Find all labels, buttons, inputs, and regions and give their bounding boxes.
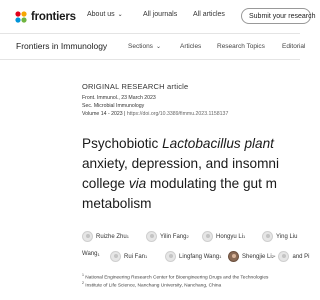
avatar (165, 251, 176, 262)
author-link[interactable]: Hongyu Li 1 (202, 231, 245, 242)
nav-all-journals[interactable]: All journals (143, 11, 177, 18)
author-name: Ruizhe Zhu (96, 233, 127, 240)
affiliation-text: Institute of Life Science, Nanchang Univ… (85, 283, 222, 289)
article-title-line-1: Psychobiotic Lactobacillus plant (82, 136, 274, 151)
article-title-line-3: college via modulating the gut m (82, 176, 277, 191)
affiliation-sup: 1 (219, 254, 222, 259)
author-link[interactable]: Yilin Fang 2 (146, 231, 189, 242)
chevron-down-icon: ⌄ (155, 44, 161, 50)
author-link[interactable]: Shengjie Li 2* and Pi (228, 251, 310, 262)
affiliation-sup: 1 (145, 254, 148, 259)
affiliation-text: National Engineering Research Center for… (85, 275, 269, 281)
title-text: Psychobiotic (82, 136, 163, 151)
author-name: and Pi (292, 253, 310, 260)
author-name: Ying Liu (276, 233, 298, 240)
title-via-italic: via (128, 176, 147, 191)
affiliation-sup: 2* (271, 254, 276, 259)
avatar (82, 231, 93, 242)
affiliation-1: 1 National Engineering Research Center f… (82, 273, 268, 281)
affiliation-sup: 1 (243, 234, 246, 239)
nav-all-articles[interactable]: All articles (193, 11, 225, 18)
volume-doi-line: Volume 14 - 2023 | https://doi.org/10.33… (82, 111, 228, 117)
journal-bar: Frontiers in Immunology Sections ⌄ Articl… (0, 34, 305, 60)
title-species-italic: Lactobacillus plant (162, 136, 274, 151)
tab-research-topics[interactable]: Research Topics (217, 43, 265, 50)
title-text: college (82, 176, 129, 191)
author-link[interactable]: Ruizhe Zhu 1 (82, 231, 129, 242)
tab-articles[interactable]: Articles (180, 43, 201, 50)
article-type: ORIGINAL RESEARCH article (82, 82, 189, 91)
author-name: Hongyu Li (216, 233, 244, 240)
affiliation-number: 1 (82, 273, 84, 277)
affiliation-2: 2 Institute of Life Science, Nanchang Un… (82, 281, 221, 289)
journal-date-line: Front. Immunol., 23 March 2023 (82, 95, 156, 101)
journal-title[interactable]: Frontiers in Immunology (16, 41, 107, 51)
frontiers-logo[interactable]: frontiers (14, 9, 76, 25)
doi-link[interactable]: https://doi.org/10.3389/fimmu.2023.11581… (127, 111, 228, 117)
nav-about-us-label: About us (87, 11, 115, 18)
nav-all-journals-label: All journals (143, 11, 178, 18)
logo-text: frontiers (31, 11, 76, 23)
chevron-down-icon: ⌄ (117, 12, 123, 18)
affiliation-sup: 1 (97, 251, 100, 257)
section-line: Sec. Microbial Immunology (82, 103, 145, 109)
avatar (262, 231, 273, 242)
author-link[interactable]: Lingfang Wang 1 (165, 251, 221, 262)
affiliation-number: 2 (82, 281, 84, 285)
top-navigation-bar: frontiers About us ⌄ All journals All art… (0, 0, 316, 34)
author-name: Wang (82, 251, 98, 257)
author-link[interactable]: Wang 1 (82, 251, 100, 257)
author-link[interactable]: Rui Fan 1 (110, 251, 147, 262)
volume-label: Volume 14 - 2023 | (82, 111, 126, 117)
avatar (228, 251, 239, 262)
article-title-line-2: anxiety, depression, and insomni (82, 156, 279, 171)
submit-research-button[interactable]: Submit your research (241, 8, 316, 24)
avatar (110, 251, 121, 262)
tab-sections[interactable]: Sections ⌄ (128, 43, 161, 50)
author-name: Rui Fan (124, 253, 146, 260)
frontiers-logo-icon (15, 11, 27, 23)
author-link[interactable]: Ying Liu (262, 231, 297, 242)
avatar (202, 231, 213, 242)
nav-about-us[interactable]: About us ⌄ (87, 11, 123, 18)
avatar (146, 231, 157, 242)
article-title-line-4: metabolism (82, 196, 152, 211)
tab-editorial[interactable]: Editorial (282, 43, 305, 50)
title-text: modulating the gut m (146, 176, 277, 191)
nav-all-articles-label: All articles (193, 11, 225, 18)
tab-sections-label: Sections (128, 43, 153, 50)
author-name: Yilin Fang (160, 233, 187, 240)
affiliation-sup: 1 (126, 234, 129, 239)
author-name: Shengjie Li (242, 253, 272, 260)
affiliation-sup: 2 (186, 234, 189, 239)
avatar (278, 251, 290, 262)
author-name: Lingfang Wang (179, 253, 220, 260)
